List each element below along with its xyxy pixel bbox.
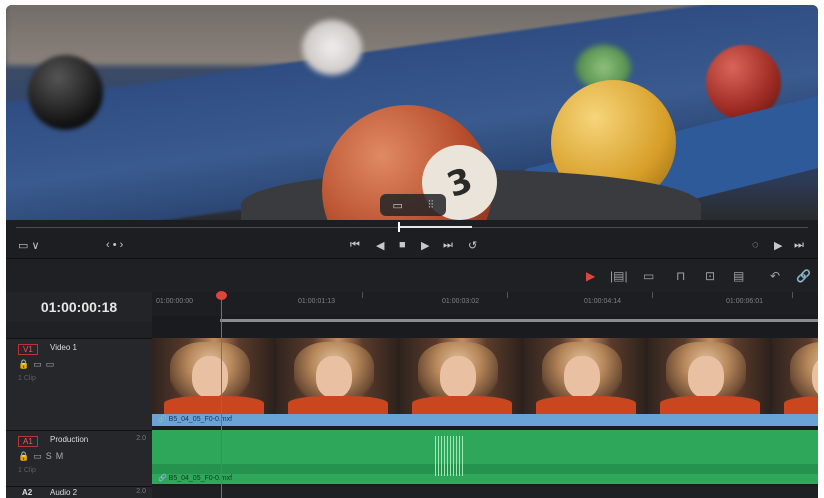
transport-bar: ▭ ∨ ‹ • › ⏮ ◀ ■ ▶ ⏭ ↺ ◌ ▶ ⏭ xyxy=(6,234,818,258)
play-reverse-icon[interactable]: ◀ xyxy=(376,239,384,252)
next-edit-icon[interactable]: ⏭ xyxy=(794,239,804,252)
ruler-mark xyxy=(652,292,653,298)
auto-select-icon[interactable]: ▭ xyxy=(33,359,42,370)
track-badge-a2[interactable]: A2 xyxy=(18,488,36,497)
track-header-a2[interactable]: A2 Audio 2 2.0 xyxy=(6,486,152,498)
track-header-a1[interactable]: A1 Production 2.0 🔒 ▭ S M 1 Clip xyxy=(6,430,152,487)
track-visibility-icon[interactable]: ▭ xyxy=(46,359,55,370)
stop-icon[interactable]: ■ xyxy=(399,239,406,251)
playhead-handle[interactable] xyxy=(216,291,227,300)
audio-waveform-icon[interactable]: ⫶⫶ xyxy=(428,199,434,212)
viewer-scrubber[interactable] xyxy=(6,220,818,234)
go-to-end-icon[interactable]: ⏭ xyxy=(443,239,453,252)
clip-thumbnail xyxy=(772,338,818,414)
timeline-zoom-bar[interactable] xyxy=(152,316,818,336)
video-clip-label[interactable]: 🔗 B5_04_05_F0-0.mxf xyxy=(152,414,818,426)
audio-clip[interactable]: 🔗 B5_04_05_F0-0.mxf xyxy=(152,430,818,484)
audio-peak xyxy=(435,436,463,476)
video-viewer[interactable]: 3 ▭ ⫶⫶ xyxy=(6,5,818,220)
go-to-start-icon[interactable]: ⏮ xyxy=(350,239,360,252)
play-forward-icon[interactable]: ▶ xyxy=(774,239,782,252)
ruler-mark xyxy=(792,292,793,298)
viewer-overlay-controls: ▭ ⫶⫶ xyxy=(380,194,446,216)
track-name-a2[interactable]: Audio 2 xyxy=(50,488,77,497)
lock-icon[interactable]: 🔒 xyxy=(18,451,29,462)
white-ball xyxy=(302,20,362,75)
channel-format: 2.0 xyxy=(136,488,146,495)
clip-thumbnail xyxy=(276,338,400,414)
track-badge-a1[interactable]: A1 xyxy=(18,436,38,447)
track-header-spacer xyxy=(6,322,152,338)
monitor-icon[interactable]: ▭ xyxy=(393,199,403,212)
trim-tool-icon[interactable]: |▤| xyxy=(610,269,628,283)
link-icon[interactable]: 🔗 xyxy=(796,269,811,283)
black-ball xyxy=(28,55,103,130)
snapping-icon[interactable]: ↶ xyxy=(770,269,780,283)
timeline-toolbar: ▶ |▤| ▭ ⊓ ⊡ ▤ ↶ 🔗 xyxy=(6,258,818,293)
ruler-tick: 01:00:04:14 xyxy=(584,298,621,305)
ruler-tick: 01:00:00:00 xyxy=(156,298,193,305)
overwrite-clip-icon[interactable]: ⊡ xyxy=(705,269,715,283)
clip-thumbnail xyxy=(648,338,772,414)
track-badge-v1[interactable]: V1 xyxy=(18,344,38,355)
insert-clip-icon[interactable]: ⊓ xyxy=(676,269,685,283)
clip-thumbnail xyxy=(152,338,276,414)
track-name-a1[interactable]: Production xyxy=(50,435,88,444)
audio-track-2-lane[interactable] xyxy=(152,486,818,498)
resolve-window: 3 ▭ ⫶⫶ ▭ ∨ ‹ • › ⏮ ◀ ■ ▶ ⏭ ↺ ◌ ▶ ⏭ ▶ |▤|… xyxy=(6,5,818,498)
track-clip-count: 1 Clip xyxy=(18,375,36,382)
ruler-mark xyxy=(362,292,363,298)
auto-select-icon[interactable]: ▭ xyxy=(33,451,42,462)
timecode-display[interactable]: 01:00:00:18 xyxy=(6,292,153,322)
play-icon[interactable]: ▶ xyxy=(421,239,429,252)
mute-icon[interactable]: M xyxy=(56,451,64,462)
ruler-tick: 01:00:03:02 xyxy=(442,298,479,305)
track-name-video1[interactable]: Video 1 xyxy=(50,343,77,352)
ruler-tick: 01:00:06:01 xyxy=(726,298,763,305)
scrub-handle[interactable] xyxy=(398,222,400,232)
blade-tool-icon[interactable]: ▭ xyxy=(643,269,654,283)
lock-icon[interactable]: 🔒 xyxy=(18,359,29,370)
loop-icon[interactable]: ↺ xyxy=(468,239,477,252)
replace-clip-icon[interactable]: ▤ xyxy=(733,269,744,283)
video-clip[interactable] xyxy=(152,338,818,414)
selection-tool-icon[interactable]: ▶ xyxy=(586,269,595,283)
playhead[interactable] xyxy=(221,293,222,498)
scrub-fill xyxy=(398,226,472,228)
ruler-mark xyxy=(507,292,508,298)
channel-format: 2.0 xyxy=(136,435,146,442)
track-clip-count: 1 Clip xyxy=(18,467,36,474)
ruler-tick: 01:00:01:13 xyxy=(298,298,335,305)
match-frame-icon[interactable]: ◌ xyxy=(752,239,759,251)
audio-waveform xyxy=(152,464,818,474)
zoom-bar-fill xyxy=(220,319,818,322)
clip-thumbnail xyxy=(400,338,524,414)
clip-thumbnail xyxy=(524,338,648,414)
solo-icon[interactable]: S xyxy=(46,451,52,462)
track-header-video1[interactable]: V1 Video 1 🔒 ▭ ▭ 1 Clip xyxy=(6,338,152,431)
clip-nav[interactable]: ‹ • › xyxy=(106,239,123,251)
viewer-mode-dropdown[interactable]: ▭ ∨ xyxy=(18,239,40,252)
timeline-ruler[interactable]: 01:00:00:00 01:00:01:13 01:00:03:02 01:0… xyxy=(152,292,818,317)
